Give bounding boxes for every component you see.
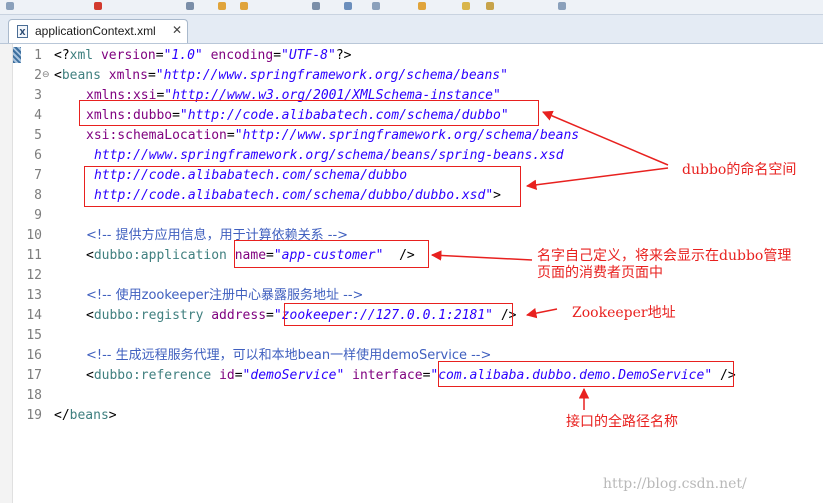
arrow-to-dubbo-namespace	[542, 110, 669, 166]
annotation-zookeeper: Zookeeper地址	[572, 305, 676, 321]
annotation-app-name-line2: 页面的消费者页面中	[537, 265, 663, 281]
annotation-app-name-line1: 名字自己定义，将来会显示在dubbo管理	[537, 248, 792, 264]
annotation-dubbo-namespace: dubbo的命名空间	[682, 162, 797, 178]
arrow-to-schema-location	[525, 167, 669, 191]
annotation-interface: 接口的全路径名称	[566, 414, 678, 430]
arrow-to-registry-address	[525, 307, 558, 319]
watermark: http://blog.csdn.net/	[603, 476, 747, 492]
arrow-to-application-name	[430, 250, 533, 261]
